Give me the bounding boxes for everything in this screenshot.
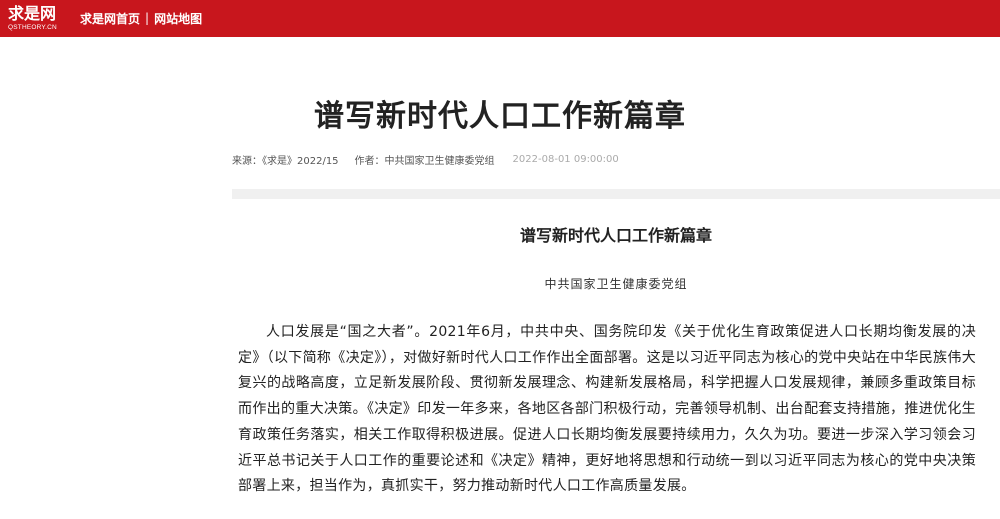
content-title: 谱写新时代人口工作新篇章 xyxy=(519,226,712,245)
nav-sitemap-link[interactable]: 网站地图 xyxy=(154,10,202,27)
top-nav: 求是网首页 | 网站地图 xyxy=(80,10,202,26)
article-date: 2022-08-01 09:00:00 xyxy=(512,153,619,165)
nav-separator: | xyxy=(145,11,150,25)
top-bar: 求是网 QSTHEORY.CN 求是网首页 | 网站地图 xyxy=(0,0,1000,37)
article-source: 来源：《求是》2022/15 xyxy=(232,155,339,167)
logo-domain: QSTHEORY.CN xyxy=(8,24,57,31)
nav-home-link[interactable]: 求是网首页 xyxy=(80,10,140,27)
article-author: 作者：中共国家卫生健康委党组 xyxy=(354,155,495,167)
logo-text: 求是网 xyxy=(8,4,57,23)
article-meta: 来源：《求是》2022/15 作者：中共国家卫生健康委党组 2022-08-01… xyxy=(232,152,619,167)
section-divider xyxy=(232,189,1000,199)
site-logo[interactable]: 求是网 QSTHEORY.CN xyxy=(8,4,70,34)
article-paragraph: 人口发展是“国之大者”。2021年6月，中共中央、国务院印发《关于优化生育政策促… xyxy=(238,324,976,495)
page-title: 谱写新时代人口工作新篇章 xyxy=(314,99,686,134)
content-author: 中共国家卫生健康委党组 xyxy=(544,277,688,291)
